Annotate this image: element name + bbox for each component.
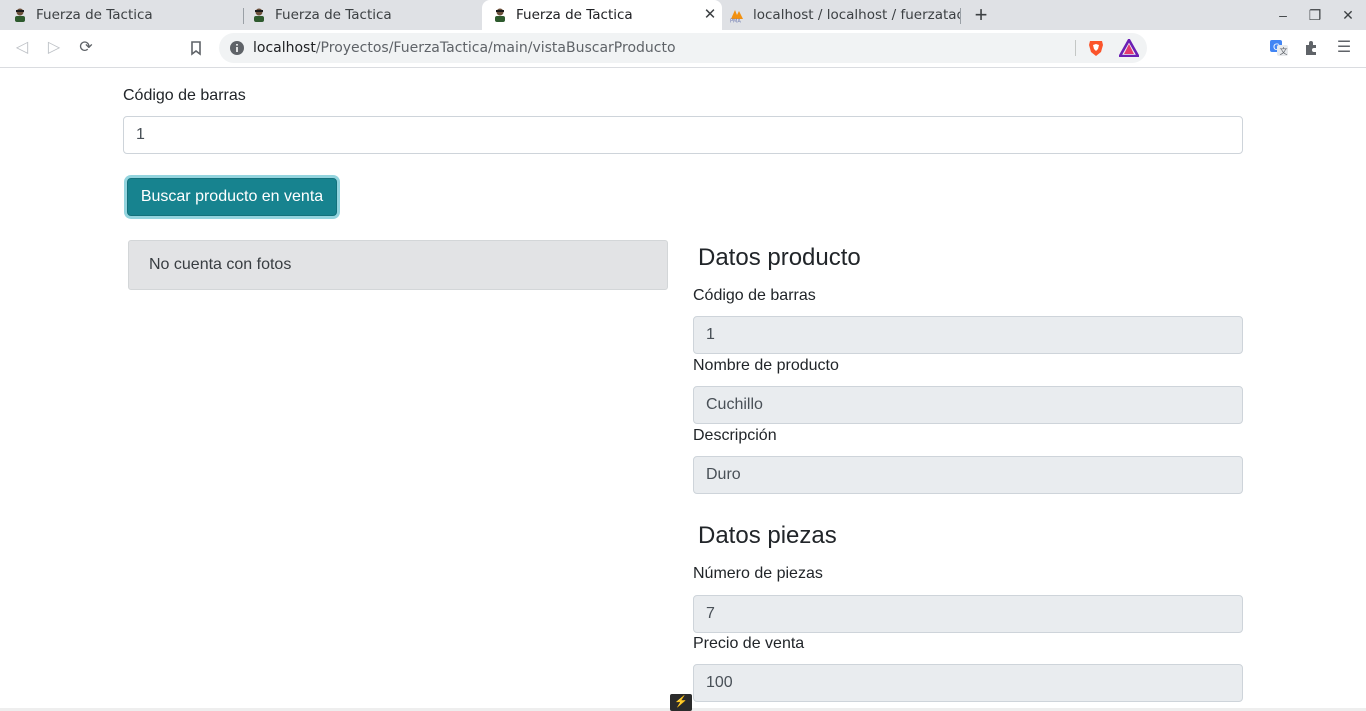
product-description-label: Descripción [693, 427, 777, 444]
site-info-icon[interactable] [229, 40, 245, 56]
pieces-section-heading: Datos piezas [698, 522, 837, 549]
browser-tab[interactable]: Fuerza de Tactica [239, 0, 479, 30]
debug-toolbar-icon[interactable]: ⚡ [670, 694, 692, 711]
product-barcode-field[interactable]: 1 [693, 316, 1243, 354]
new-tab-icon[interactable]: + [970, 4, 992, 26]
close-window-icon[interactable]: ✕ [1336, 4, 1360, 26]
phpmyadmin-favicon-icon: PMA [730, 10, 743, 24]
product-description-field[interactable]: Duro [693, 456, 1243, 494]
extensions-icon[interactable] [1302, 38, 1322, 58]
bookmark-icon[interactable] [188, 40, 204, 56]
url-path: /Proyectos/FuerzaTactica/main/vistaBusca… [315, 40, 676, 56]
svg-text:PMA: PMA [730, 19, 741, 24]
url-text: localhost/Proyectos/FuerzaTactica/main/v… [253, 33, 676, 63]
svg-text:文: 文 [1280, 46, 1288, 56]
browser-tab-active[interactable]: Fuerza de Tactica [482, 0, 722, 30]
translate-icon[interactable]: G文 [1269, 38, 1289, 58]
search-product-button[interactable]: Buscar producto en venta [127, 178, 337, 216]
site-favicon-icon [254, 8, 264, 22]
pieces-count-label: Número de piezas [693, 565, 823, 582]
search-barcode-label: Código de barras [123, 87, 246, 104]
restore-window-icon[interactable]: ❐ [1303, 4, 1327, 26]
tab-title: Fuerza de Tactica [516, 7, 633, 23]
tab-title: Fuerza de Tactica [275, 7, 392, 23]
sale-price-label: Precio de venta [693, 635, 805, 652]
pieces-count-field[interactable]: 7 [693, 595, 1243, 633]
menu-icon[interactable]: ☰ [1334, 38, 1354, 58]
search-barcode-input[interactable]: 1 [123, 116, 1243, 154]
url-host: localhost [253, 40, 316, 56]
tab-separator [960, 8, 961, 24]
browser-tab[interactable]: Fuerza de Tactica [0, 0, 240, 30]
no-photos-alert: No cuenta con fotos [128, 240, 668, 290]
brave-shields-icon[interactable] [1087, 39, 1105, 57]
forward-icon[interactable]: ▷ [42, 37, 66, 59]
browser-toolbar: ◁ ▷ ⟳ localhost/Proyectos/FuerzaTactica/… [0, 30, 1366, 68]
product-name-label: Nombre de producto [693, 357, 839, 374]
product-name-field[interactable]: Cuchillo [693, 386, 1243, 424]
reload-icon[interactable]: ⟳ [74, 37, 98, 59]
close-tab-icon[interactable]: ✕ [701, 6, 719, 24]
sale-price-field[interactable]: 100 [693, 664, 1243, 702]
minimize-window-icon[interactable]: – [1271, 4, 1295, 26]
site-favicon-icon [15, 8, 25, 22]
site-favicon-icon [495, 8, 505, 22]
product-section-heading: Datos producto [698, 244, 861, 271]
product-barcode-label: Código de barras [693, 287, 816, 304]
tab-title: localhost / localhost / fuerzatac [753, 7, 961, 23]
browser-tab-strip: Fuerza de Tactica Fuerza de Tactica Fuer… [0, 0, 1366, 30]
back-icon[interactable]: ◁ [10, 37, 34, 59]
address-divider [1075, 40, 1076, 56]
page-content: Código de barras 1 Buscar producto en ve… [0, 68, 1366, 711]
address-bar[interactable]: localhost/Proyectos/FuerzaTactica/main/v… [219, 33, 1147, 63]
tab-title: Fuerza de Tactica [36, 7, 153, 23]
browser-tab[interactable]: PMA localhost / localhost / fuerzatac [721, 0, 961, 30]
brave-rewards-icon[interactable] [1119, 39, 1139, 57]
